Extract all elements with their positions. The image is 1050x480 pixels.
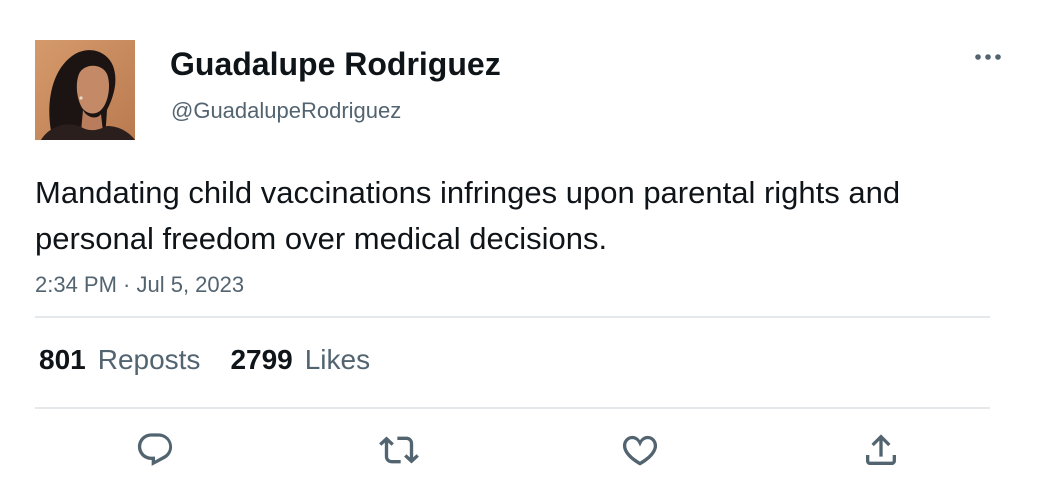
reply-button[interactable] bbox=[133, 428, 177, 472]
divider bbox=[35, 316, 990, 318]
author-handle[interactable]: @GuadalupeRodriguez bbox=[171, 97, 401, 125]
share-button[interactable] bbox=[859, 428, 903, 472]
reposts-count: 801 bbox=[39, 344, 86, 375]
more-dots-icon bbox=[975, 54, 1001, 60]
reply-icon bbox=[137, 433, 173, 466]
tweet-card: Guadalupe Rodriguez @GuadalupeRodriguez … bbox=[0, 0, 1050, 480]
reposts-label: Reposts bbox=[97, 344, 201, 375]
author-display-name[interactable]: Guadalupe Rodriguez bbox=[170, 44, 501, 84]
engagement-stats: 801 Reposts 2799 Likes bbox=[39, 340, 370, 380]
likes-count: 2799 bbox=[230, 344, 293, 375]
tweet-timestamp[interactable]: 2:34 PM · Jul 5, 2023 bbox=[35, 270, 244, 300]
repost-button[interactable] bbox=[377, 428, 421, 472]
likes-stat[interactable]: 2799 Likes bbox=[230, 340, 370, 380]
avatar[interactable] bbox=[35, 40, 135, 140]
more-options-button[interactable] bbox=[968, 42, 1008, 72]
heart-icon bbox=[622, 435, 658, 466]
repost-icon bbox=[379, 436, 419, 464]
like-button[interactable] bbox=[618, 428, 662, 472]
likes-label: Likes bbox=[304, 344, 371, 375]
reposts-stat[interactable]: 801 Reposts bbox=[39, 340, 200, 380]
avatar-image bbox=[35, 40, 135, 140]
tweet-text: Mandating child vaccinations infringes u… bbox=[35, 175, 901, 256]
share-icon bbox=[866, 434, 896, 465]
divider bbox=[35, 407, 990, 409]
